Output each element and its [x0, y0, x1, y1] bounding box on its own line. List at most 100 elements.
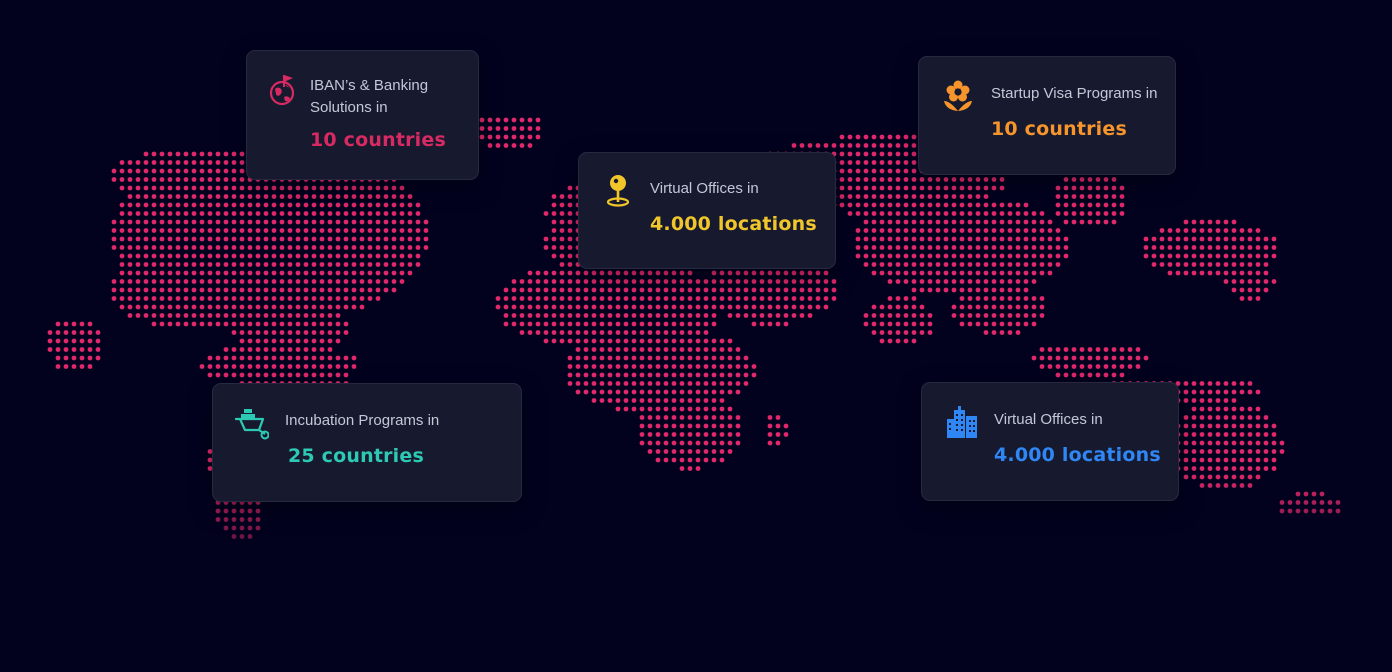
flower-icon [941, 79, 975, 113]
map-dot [1271, 236, 1277, 242]
map-dot [247, 355, 253, 361]
map-dot [231, 185, 237, 191]
map-dot [519, 330, 525, 335]
map-dot [183, 202, 189, 208]
map-dot [215, 202, 221, 208]
map-dot [87, 355, 93, 361]
map-dot [1263, 423, 1269, 429]
map-dot [639, 296, 645, 301]
map-dot [263, 355, 269, 361]
map-dot [703, 423, 709, 429]
map-dot [1231, 432, 1237, 437]
map-dot [799, 143, 805, 148]
map-dot [975, 219, 981, 225]
map-dot [343, 228, 349, 233]
map-dot [223, 262, 229, 267]
map-dot [143, 211, 149, 216]
map-dot [991, 296, 997, 301]
map-dot [1223, 219, 1229, 225]
map-dot [1239, 423, 1245, 429]
map-dot [127, 168, 133, 174]
map-dot [343, 253, 349, 259]
map-dot [295, 296, 301, 301]
map-dot [719, 432, 725, 437]
map-dot [1023, 296, 1029, 301]
map-dot [319, 330, 325, 335]
map-dot [1207, 449, 1213, 454]
map-dot [1071, 347, 1077, 352]
map-dot [767, 321, 773, 327]
map-dot [615, 389, 621, 395]
map-dot [575, 296, 581, 301]
map-dot [887, 338, 893, 344]
map-dot [647, 372, 653, 378]
map-dot [863, 211, 869, 216]
map-dot [223, 296, 229, 301]
map-dot [247, 321, 253, 327]
map-dot [863, 236, 869, 242]
map-dot [303, 296, 309, 301]
map-dot [391, 270, 397, 276]
map-dot [295, 372, 301, 378]
map-dot [1295, 491, 1301, 497]
map-dot [135, 296, 141, 301]
map-dot [543, 304, 549, 310]
map-dot [919, 236, 925, 242]
map-dot [967, 228, 973, 233]
map-dot [679, 347, 685, 352]
map-dot [719, 364, 725, 369]
map-dot [663, 304, 669, 310]
map-dot [639, 304, 645, 310]
map-dot [263, 279, 269, 284]
map-dot [239, 347, 245, 352]
map-dot [127, 296, 133, 301]
map-dot [87, 321, 93, 327]
map-dot [1087, 185, 1093, 191]
map-dot [183, 321, 189, 327]
map-dot [871, 143, 877, 148]
map-dot [703, 347, 709, 352]
map-dot [863, 262, 869, 267]
map-dot [1015, 219, 1021, 225]
map-dot [991, 270, 997, 276]
map-dot [119, 202, 125, 208]
map-dot [415, 219, 421, 225]
map-dot [279, 287, 285, 293]
map-dot [1271, 432, 1277, 437]
map-dot [207, 219, 213, 225]
map-dot [647, 432, 653, 437]
map-dot [711, 355, 717, 361]
map-dot [287, 330, 293, 335]
map-dot [647, 415, 653, 420]
map-dot [903, 194, 909, 199]
map-dot [223, 228, 229, 233]
map-dot [775, 279, 781, 284]
map-dot [183, 270, 189, 276]
map-dot [207, 253, 213, 259]
map-dot [223, 313, 229, 318]
map-dot [279, 347, 285, 352]
map-dot [559, 287, 565, 293]
map-dot [175, 304, 181, 310]
map-dot [1231, 466, 1237, 471]
map-dot [215, 262, 221, 267]
map-dot [167, 287, 173, 293]
map-dot [655, 330, 661, 335]
map-dot [159, 262, 165, 267]
map-dot [943, 270, 949, 276]
map-dot [1223, 432, 1229, 437]
map-dot [639, 287, 645, 293]
map-dot [255, 202, 261, 208]
map-dot [143, 262, 149, 267]
map-dot [79, 364, 85, 369]
map-dot [287, 296, 293, 301]
map-dot [1055, 364, 1061, 369]
map-dot [551, 330, 557, 335]
map-dot [319, 262, 325, 267]
map-dot [1239, 279, 1245, 284]
map-dot [1207, 483, 1213, 488]
map-dot [1263, 415, 1269, 420]
map-dot [167, 211, 173, 216]
map-dot [1223, 262, 1229, 267]
map-dot [663, 321, 669, 327]
